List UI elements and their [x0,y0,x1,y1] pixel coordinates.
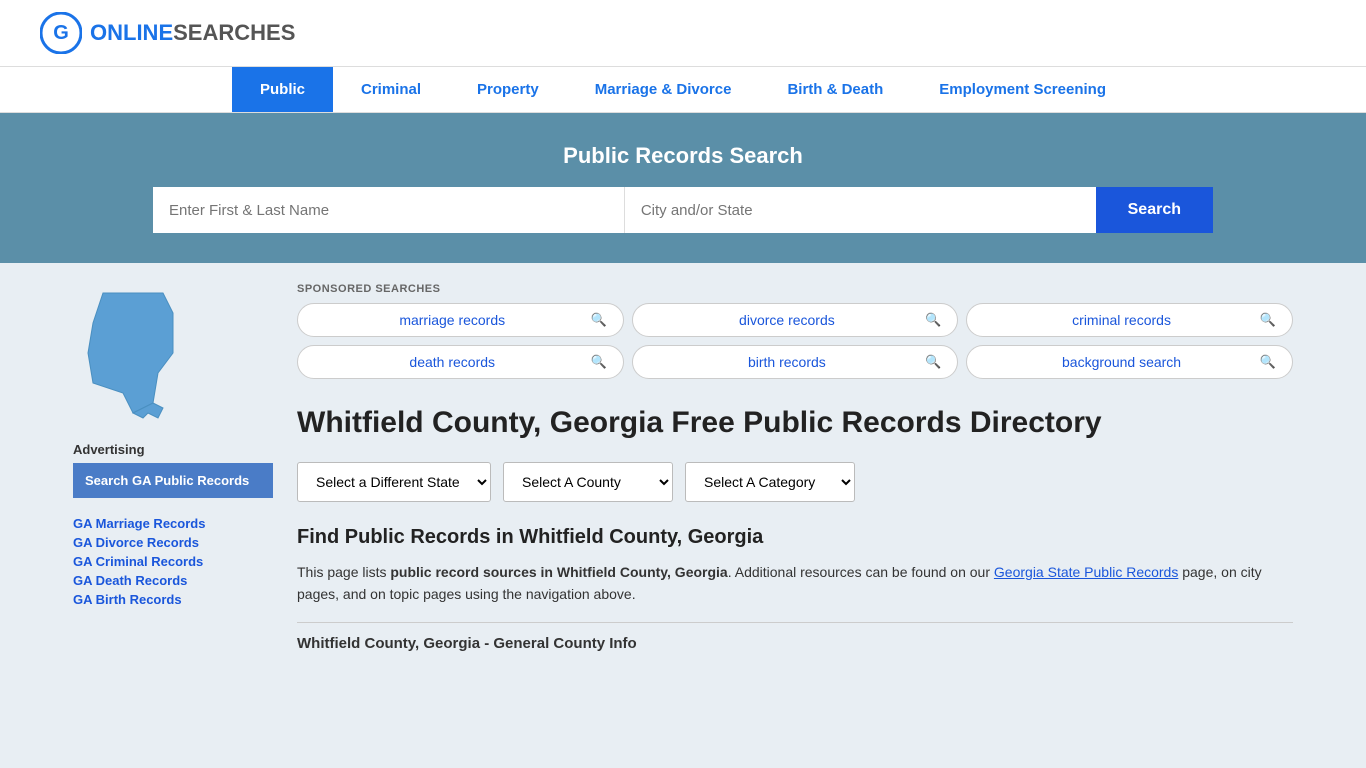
search-icon: 🔍 [590,312,606,328]
county-info-label: Whitfield County, Georgia - General Coun… [297,622,1293,652]
sponsored-item-marriage[interactable]: marriage records 🔍 [297,303,624,337]
search-bar: Search [153,187,1213,233]
sponsored-link-criminal: criminal records [983,312,1259,328]
dropdown-row: Select a Different State Select A County… [297,462,1293,502]
nav-item-criminal[interactable]: Criminal [333,67,449,112]
sidebar-link-divorce[interactable]: GA Divorce Records [73,535,273,550]
sponsored-item-background[interactable]: background search 🔍 [966,345,1293,379]
sponsored-link-divorce: divorce records [649,312,925,328]
sponsored-item-divorce[interactable]: divorce records 🔍 [632,303,959,337]
main-nav: Public Criminal Property Marriage & Divo… [0,67,1366,113]
content-area: SPONSORED SEARCHES marriage records 🔍 di… [297,283,1293,652]
sponsored-item-birth[interactable]: birth records 🔍 [632,345,959,379]
sponsored-grid: marriage records 🔍 divorce records 🔍 cri… [297,303,1293,379]
sponsored-item-criminal[interactable]: criminal records 🔍 [966,303,1293,337]
nav-item-public[interactable]: Public [232,67,333,112]
hero-section: Public Records Search Search [0,113,1366,263]
nav-item-property[interactable]: Property [449,67,567,112]
county-dropdown[interactable]: Select A County [503,462,673,502]
logo-text: ONLINESEARCHES [90,20,295,46]
site-header: G ONLINESEARCHES [0,0,1366,67]
sponsored-item-death[interactable]: death records 🔍 [297,345,624,379]
sponsored-link-marriage: marriage records [314,312,590,328]
name-input[interactable] [153,187,625,233]
ad-box[interactable]: Search GA Public Records [73,463,273,498]
sidebar: Advertising Search GA Public Records GA … [73,283,273,652]
svg-text:G: G [53,22,69,44]
advertising-label: Advertising [73,442,273,457]
state-dropdown[interactable]: Select a Different State [297,462,491,502]
hero-title: Public Records Search [40,143,1326,169]
nav-item-marriage-divorce[interactable]: Marriage & Divorce [567,67,760,112]
logo[interactable]: G ONLINESEARCHES [40,12,295,54]
page-heading: Whitfield County, Georgia Free Public Re… [297,403,1293,442]
search-button[interactable]: Search [1096,187,1213,233]
main-content: Advertising Search GA Public Records GA … [53,263,1313,672]
category-dropdown[interactable]: Select A Category [685,462,855,502]
georgia-records-link[interactable]: Georgia State Public Records [994,564,1178,580]
state-map-svg [73,283,193,423]
search-icon: 🔍 [925,312,941,328]
sponsored-link-birth: birth records [649,354,925,370]
sidebar-link-criminal[interactable]: GA Criminal Records [73,554,273,569]
sidebar-link-marriage[interactable]: GA Marriage Records [73,516,273,531]
nav-item-birth-death[interactable]: Birth & Death [759,67,911,112]
find-title: Find Public Records in Whitfield County,… [297,526,1293,549]
search-icon: 🔍 [590,354,606,370]
sponsored-link-death: death records [314,354,590,370]
logo-icon: G [40,12,82,54]
search-icon: 🔍 [925,354,941,370]
location-input[interactable] [625,187,1096,233]
nav-item-employment[interactable]: Employment Screening [911,67,1134,112]
search-icon: 🔍 [1260,312,1276,328]
sidebar-link-death[interactable]: GA Death Records [73,573,273,588]
sponsored-link-background: background search [983,354,1259,370]
georgia-map [73,283,273,426]
sponsored-label: SPONSORED SEARCHES [297,283,1293,295]
find-description: This page lists public record sources in… [297,561,1293,606]
sidebar-link-birth[interactable]: GA Birth Records [73,592,273,607]
search-icon: 🔍 [1260,354,1276,370]
